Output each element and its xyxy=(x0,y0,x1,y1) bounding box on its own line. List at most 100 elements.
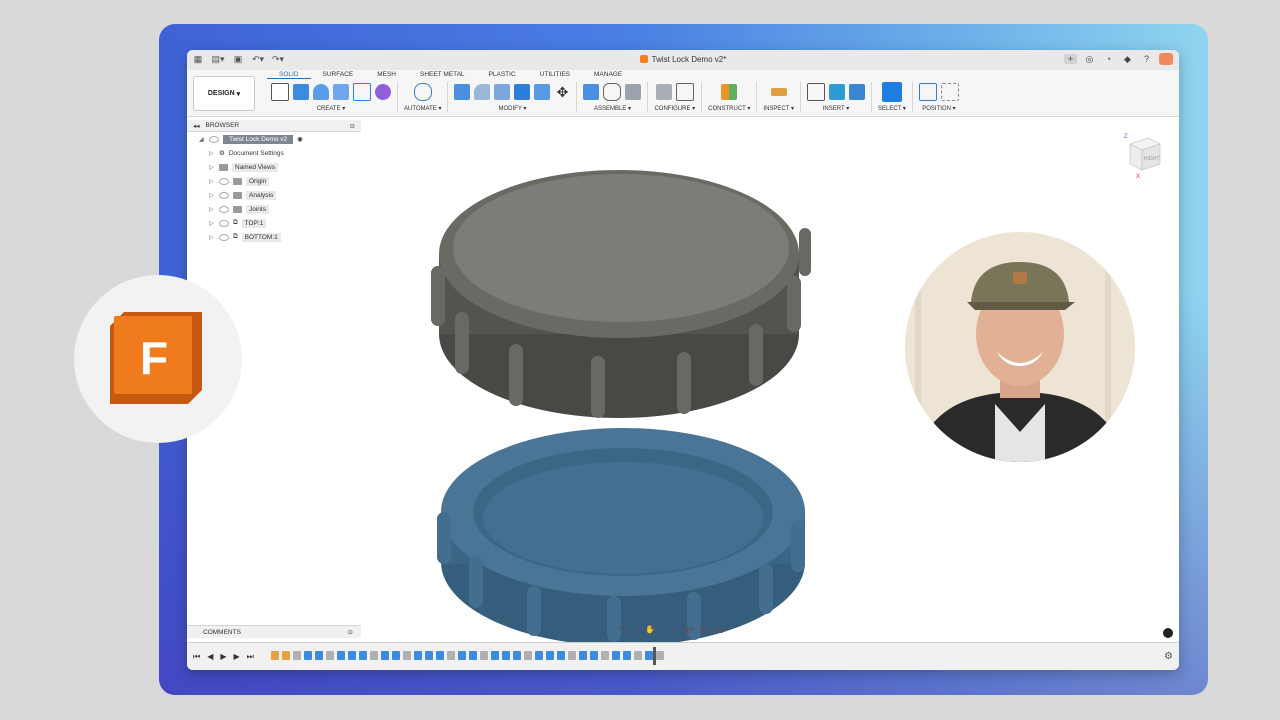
insert-mesh-icon[interactable] xyxy=(829,84,845,100)
automate-icon[interactable] xyxy=(413,83,432,101)
combine-icon[interactable] xyxy=(534,84,551,100)
timeline-feature-icon[interactable] xyxy=(414,651,422,660)
step-back-icon[interactable]: ◀ xyxy=(207,652,213,662)
tab-solid[interactable]: SOLID xyxy=(267,71,311,79)
timeline-feature-icon[interactable] xyxy=(348,651,356,660)
hole-icon[interactable] xyxy=(333,84,349,100)
group-configure[interactable]: CONFIGURE ▾ xyxy=(648,82,703,112)
fullscreen-icon[interactable] xyxy=(1163,628,1173,638)
table-icon[interactable] xyxy=(675,83,694,101)
pattern-icon[interactable] xyxy=(353,83,371,101)
joint-icon[interactable] xyxy=(603,83,622,101)
viewcube[interactable]: RIGHT Z X xyxy=(1122,130,1166,180)
insert-canvas-icon[interactable] xyxy=(849,84,865,100)
play-icon[interactable]: ▶ xyxy=(220,652,226,662)
group-modify[interactable]: ✥ MODIFY ▾ xyxy=(448,82,578,112)
timeline-feature-icon[interactable] xyxy=(502,651,510,660)
top-part-model[interactable] xyxy=(431,170,811,418)
notifications-icon[interactable]: ◆ xyxy=(1121,54,1134,65)
timeline-feature-icon[interactable] xyxy=(447,651,455,660)
form-icon[interactable] xyxy=(375,84,391,100)
tab-utilities[interactable]: UTILITIES xyxy=(528,71,582,79)
timeline-feature-icon[interactable] xyxy=(590,651,598,660)
capture-position-icon[interactable] xyxy=(918,83,937,101)
timeline-feature-icon[interactable] xyxy=(491,651,499,660)
as-built-joint-icon[interactable] xyxy=(625,84,642,100)
group-construct[interactable]: CONSTRUCT ▾ xyxy=(702,82,758,112)
timeline-feature-icon[interactable] xyxy=(282,651,290,660)
timeline-feature-icon[interactable] xyxy=(403,651,411,660)
timeline-settings-gear-icon[interactable]: ⚙ xyxy=(1164,651,1173,662)
insert-derive-icon[interactable] xyxy=(807,83,825,101)
timeline-feature-icon[interactable] xyxy=(535,651,543,660)
new-tab-icon[interactable]: + xyxy=(1064,54,1077,64)
extrude-icon[interactable] xyxy=(293,84,309,100)
timeline-feature-icon[interactable] xyxy=(612,651,620,660)
revert-position-icon[interactable] xyxy=(940,83,959,101)
construct-plane-icon[interactable] xyxy=(721,84,738,100)
zoom-icon[interactable]: ⌕ xyxy=(660,625,664,635)
comments-options-icon[interactable]: ⊙ xyxy=(348,628,353,636)
viewports-icon[interactable]: ▥▾ xyxy=(716,625,728,635)
timeline-feature-icon[interactable] xyxy=(425,651,433,660)
press-pull-icon[interactable] xyxy=(454,84,471,100)
group-select[interactable]: SELECT ▾ xyxy=(872,82,913,112)
timeline-feature-icon[interactable] xyxy=(480,651,488,660)
timeline-feature-icon[interactable] xyxy=(381,651,389,660)
display-settings-icon[interactable]: ▣▾ xyxy=(683,625,695,635)
extensions-icon[interactable]: ◎ xyxy=(1083,54,1096,65)
fillet-icon[interactable] xyxy=(474,84,491,100)
group-inspect[interactable]: INSPECT ▾ xyxy=(757,82,801,112)
timeline-feature-icon[interactable] xyxy=(436,651,444,660)
zoom-window-icon[interactable]: ⌕▾ xyxy=(670,625,678,635)
group-automate[interactable]: AUTOMATE ▾ xyxy=(398,82,449,112)
timeline-feature-icon[interactable] xyxy=(524,651,532,660)
timeline-feature-icon[interactable] xyxy=(326,651,334,660)
revolve-icon[interactable] xyxy=(313,84,329,100)
orbit-icon[interactable]: ⟲▾ xyxy=(617,625,628,635)
job-status-icon[interactable]: ◔ xyxy=(1102,54,1115,64)
tab-manage[interactable]: MANAGE xyxy=(582,71,634,79)
group-position[interactable]: POSITION ▾ xyxy=(913,82,965,112)
timeline-feature-icon[interactable] xyxy=(337,651,345,660)
grid-settings-icon[interactable]: ▦▾ xyxy=(699,625,711,635)
help-icon[interactable]: ? xyxy=(1140,54,1153,64)
tab-plastic[interactable]: PLASTIC xyxy=(477,71,528,79)
timeline-feature-icon[interactable] xyxy=(513,651,521,660)
timeline-feature-icon[interactable] xyxy=(601,651,609,660)
chamfer-icon[interactable] xyxy=(494,84,511,100)
timeline-feature-icon[interactable] xyxy=(359,651,367,660)
timeline-feature-icon[interactable] xyxy=(304,651,312,660)
timeline-feature-icon[interactable] xyxy=(293,651,301,660)
workspace-switcher[interactable]: DESIGN ▾ xyxy=(193,76,255,111)
group-create[interactable]: CREATE ▾ xyxy=(265,82,398,112)
comments-panel[interactable]: COMMENTS ⊙ xyxy=(187,625,361,638)
timeline-feature-icon[interactable] xyxy=(656,651,664,660)
move-icon[interactable]: ✥ xyxy=(554,84,570,100)
timeline-feature-icon[interactable] xyxy=(458,651,466,660)
look-at-icon[interactable]: ▭ xyxy=(633,625,641,635)
timeline-feature-icon[interactable] xyxy=(271,651,279,660)
timeline-feature-icon[interactable] xyxy=(546,651,554,660)
timeline-feature-icon[interactable] xyxy=(557,651,565,660)
tab-mesh[interactable]: MESH xyxy=(365,71,408,79)
timeline-marker[interactable] xyxy=(653,647,656,665)
select-arrow-icon[interactable] xyxy=(881,82,902,102)
user-avatar[interactable] xyxy=(1159,53,1173,65)
group-insert[interactable]: INSERT ▾ xyxy=(801,82,872,112)
timeline-feature-icon[interactable] xyxy=(634,651,642,660)
go-to-end-icon[interactable]: ⏭ xyxy=(247,652,254,662)
timeline-feature-icon[interactable] xyxy=(370,651,378,660)
pan-hand-icon[interactable]: ✋ xyxy=(645,625,655,635)
sketch-icon[interactable] xyxy=(271,83,289,101)
group-assemble[interactable]: ASSEMBLE ▾ xyxy=(577,82,649,112)
timeline-feature-icon[interactable] xyxy=(315,651,323,660)
go-to-start-icon[interactable]: ⏮ xyxy=(193,652,200,662)
configure-icon[interactable] xyxy=(655,84,672,100)
new-component-icon[interactable] xyxy=(583,84,600,100)
timeline-feature-icon[interactable] xyxy=(645,651,653,660)
timeline-feature-icon[interactable] xyxy=(392,651,400,660)
step-forward-icon[interactable]: ▶ xyxy=(234,652,240,662)
timeline-feature-icon[interactable] xyxy=(579,651,587,660)
timeline-feature-icon[interactable] xyxy=(469,651,477,660)
